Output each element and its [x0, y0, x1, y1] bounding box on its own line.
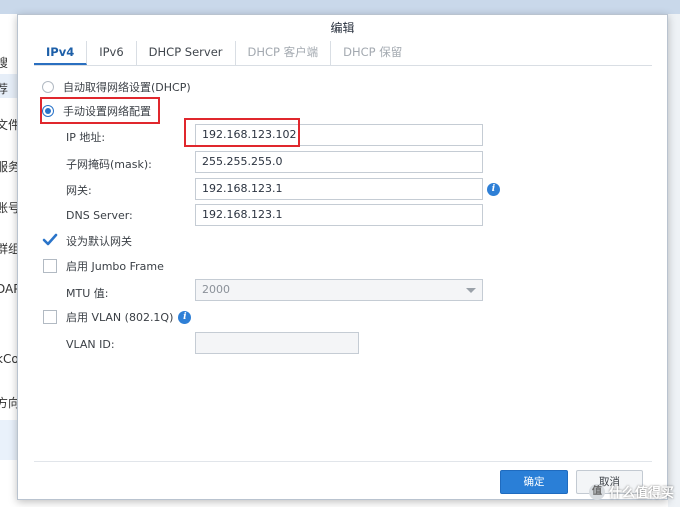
mtu-label: MTU 值: [66, 287, 109, 300]
tab-dhcp-client: DHCP 客户端 [236, 41, 332, 65]
tab-bar: IPv4 IPv6 DHCP Server DHCP 客户端 DHCP 保留 [34, 41, 414, 65]
default-gateway-label: 设为默认网关 [66, 235, 132, 248]
mtu-value: 2000 [202, 283, 230, 296]
watermark-text: 什么值得买 [608, 486, 674, 501]
background-sidebar-fragment[interactable]: kCo [0, 352, 19, 366]
ip-address-label: IP 地址: [66, 131, 106, 144]
gateway-input[interactable]: 192.168.123.1 [195, 178, 483, 200]
background-selected-row [0, 420, 18, 460]
watermark-logo: 值 [588, 483, 605, 500]
subnet-mask-input[interactable]: 255.255.255.0 [195, 151, 483, 173]
radio-dhcp-row[interactable]: 自动取得网络设置(DHCP) [42, 79, 191, 95]
watermark: 值 什么值得买 [588, 482, 674, 501]
background-title-strip [0, 0, 680, 14]
vlan-label: 启用 VLAN (802.1Q) [66, 311, 174, 324]
dns-server-label: DNS Server: [66, 209, 133, 222]
footer-divider [34, 461, 652, 462]
highlight-box-manual [40, 97, 160, 124]
checkmark-icon [42, 233, 58, 246]
vlan-id-input [195, 332, 359, 354]
tab-dhcp-reservation: DHCP 保留 [343, 45, 403, 59]
jumbo-frame-row[interactable]: 启用 Jumbo Frame [43, 258, 164, 274]
background-sidebar-fragment[interactable]: 荐 [0, 80, 8, 97]
background-right-edge [668, 14, 680, 507]
default-gateway-checkbox[interactable] [42, 233, 58, 248]
radio-dhcp[interactable] [42, 81, 54, 93]
gateway-label: 网关: [66, 184, 92, 197]
tab-ipv4[interactable]: IPv4 [34, 41, 88, 65]
default-gateway-row[interactable]: 设为默认网关 [42, 233, 132, 249]
jumbo-frame-label: 启用 Jumbo Frame [66, 260, 164, 273]
tab-divider [34, 65, 652, 66]
edit-network-dialog: 编辑 IPv4 IPv6 DHCP Server DHCP 客户端 DHCP 保… [17, 14, 668, 500]
background-search-fragment: 搜 [0, 56, 9, 70]
vlan-id-label: VLAN ID: [66, 338, 115, 351]
gateway-info-icon[interactable]: i [487, 183, 500, 196]
mtu-select: 2000 [195, 279, 483, 301]
vlan-info-icon[interactable]: i [178, 310, 192, 324]
chevron-down-icon [466, 288, 476, 293]
highlight-box-ip [184, 118, 300, 147]
tab-ipv6[interactable]: IPv6 [87, 41, 137, 65]
vlan-row[interactable]: 启用 VLAN (802.1Q) i [43, 309, 192, 325]
vlan-checkbox[interactable] [43, 310, 57, 324]
tab-dhcp-server[interactable]: DHCP Server [137, 41, 236, 65]
radio-dhcp-label: 自动取得网络设置(DHCP) [63, 81, 191, 94]
dns-server-input[interactable]: 192.168.123.1 [195, 204, 483, 226]
jumbo-frame-checkbox[interactable] [43, 259, 57, 273]
subnet-mask-label: 子网掩码(mask): [66, 158, 152, 171]
ok-button[interactable]: 确定 [500, 470, 568, 494]
dialog-title: 编辑 [330, 21, 355, 35]
